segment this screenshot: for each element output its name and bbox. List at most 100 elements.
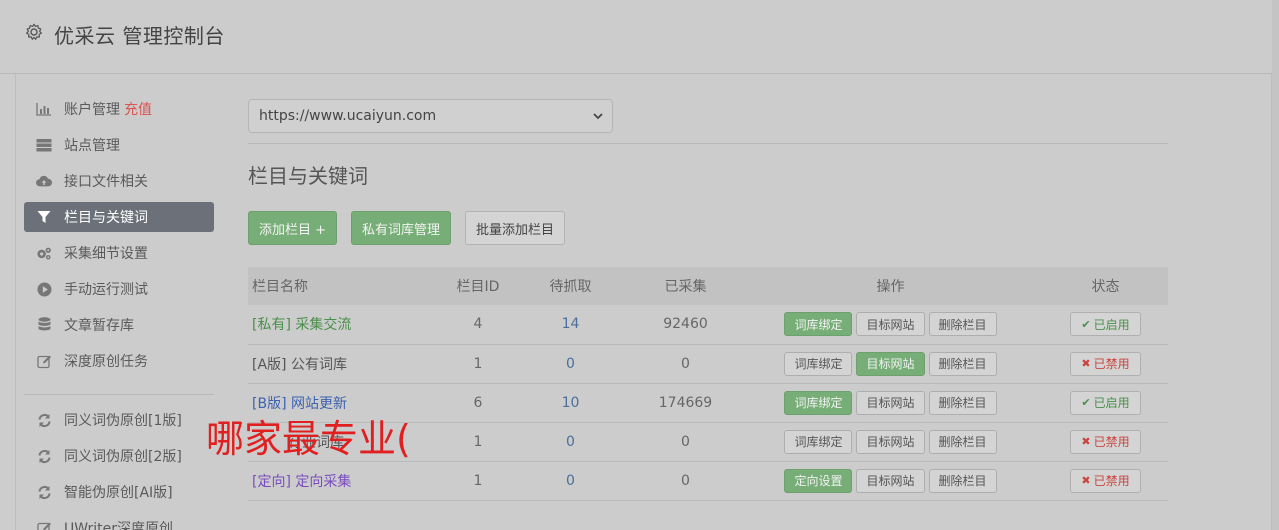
site-select-value: https://www.ucaiyun.com bbox=[259, 108, 437, 124]
sidebar-item-synonym-v2[interactable]: 同义词伪原创[2版] bbox=[24, 441, 214, 471]
column-id: 4 bbox=[473, 316, 483, 333]
cogs-icon bbox=[36, 245, 52, 261]
bind-lib-button[interactable]: 词库绑定 bbox=[784, 390, 853, 415]
sidebar-item-label: 手动运行测试 bbox=[64, 282, 148, 298]
target-site-button[interactable]: 目标网站 bbox=[856, 468, 925, 493]
x-icon: ✖ bbox=[1081, 474, 1091, 487]
collected-count: 174669 bbox=[658, 394, 713, 411]
server-icon bbox=[36, 137, 52, 153]
chevron-down-icon bbox=[593, 113, 603, 120]
overlay-red-text: 哪家最专业( bbox=[206, 417, 411, 461]
table-row: [A版] 公有词库 1 0 0 词库绑定 目标网站 删除栏目 ✖ 已禁用 bbox=[248, 344, 1168, 383]
collected-count: 92460 bbox=[663, 316, 708, 333]
status-label: 已启用 bbox=[1093, 396, 1130, 410]
delete-column-button[interactable]: 删除栏目 bbox=[928, 351, 997, 376]
column-name-cell[interactable]: [定向] 定向采集 bbox=[248, 461, 448, 500]
table-row: [定向] 定向采集 1 0 0 定向设置 目标网站 删除栏目 ✖ 已禁用 bbox=[248, 461, 1168, 500]
action-buttons: 添加栏目 + 私有词库管理 批量添加栏目 bbox=[248, 211, 1168, 245]
sidebar-item-label: 账户管理 bbox=[64, 102, 120, 118]
pending-count[interactable]: 10 bbox=[508, 383, 633, 422]
add-column-button[interactable]: 添加栏目 + bbox=[248, 211, 338, 245]
sidebar-item-article-store[interactable]: 文章暂存库 bbox=[24, 310, 214, 340]
bind-lib-button[interactable]: 词库绑定 bbox=[784, 312, 853, 337]
sidebar-item-account[interactable]: 账户管理 充值 bbox=[24, 94, 214, 124]
pending-count[interactable]: 0 bbox=[508, 422, 633, 461]
sidebar-item-label: 栏目与关键词 bbox=[64, 210, 148, 226]
database-icon bbox=[36, 317, 52, 333]
pending-count[interactable]: 14 bbox=[508, 305, 633, 344]
sidebar-item-collect-settings[interactable]: 采集细节设置 bbox=[24, 238, 214, 268]
column-id: 1 bbox=[473, 472, 483, 489]
filter-icon bbox=[36, 209, 52, 225]
delete-column-button[interactable]: 删除栏目 bbox=[928, 390, 997, 415]
collected-count: 0 bbox=[681, 433, 690, 450]
sidebar-item-deep-original[interactable]: 深度原创任务 bbox=[24, 346, 214, 376]
column-name: 定向采集 bbox=[295, 473, 352, 490]
status-badge[interactable]: ✔ 已启用 bbox=[1070, 390, 1141, 415]
sidebar-item-sites[interactable]: 站点管理 bbox=[24, 130, 214, 160]
target-site-button[interactable]: 目标网站 bbox=[856, 429, 925, 454]
col-header-id: 栏目ID bbox=[456, 279, 500, 295]
sidebar-item-interface[interactable]: 接口文件相关 bbox=[24, 166, 214, 196]
sidebar-divider bbox=[24, 394, 214, 395]
sidebar-item-label: UWriter深度原创 bbox=[64, 521, 173, 530]
target-site-button[interactable]: 目标网站 bbox=[856, 312, 925, 337]
refresh-icon bbox=[36, 412, 52, 428]
columns-table: 栏目名称 栏目ID 待抓取 已采集 操作 状态 [私有] 采集交流 4 14 9… bbox=[248, 267, 1168, 501]
sidebar-item-label: 深度原创任务 bbox=[64, 354, 148, 370]
sidebar-item-smart-ai[interactable]: 智能伪原创[AI版] bbox=[24, 477, 214, 507]
sidebar-item-uwriter[interactable]: UWriter深度原创 bbox=[24, 513, 214, 530]
bind-lib-button[interactable]: 词库绑定 bbox=[784, 351, 853, 376]
status-badge[interactable]: ✖ 已禁用 bbox=[1070, 468, 1141, 493]
status-label: 已禁用 bbox=[1093, 474, 1130, 488]
sidebar-item-columns[interactable]: 栏目与关键词 bbox=[24, 202, 214, 232]
bind-lib-button[interactable]: 词库绑定 bbox=[784, 429, 853, 454]
private-lib-button[interactable]: 私有词库管理 bbox=[351, 211, 452, 245]
scrollbar[interactable] bbox=[1272, 0, 1279, 530]
col-header-ops: 操作 bbox=[876, 279, 905, 295]
sidebar-item-label: 接口文件相关 bbox=[64, 174, 148, 190]
col-header-status: 状态 bbox=[1091, 279, 1120, 295]
table-row: [私有] 采集交流 4 14 92460 词库绑定 目标网站 删除栏目 ✔ 已启用 bbox=[248, 305, 1168, 344]
pending-count[interactable]: 0 bbox=[508, 344, 633, 383]
cloud-upload-icon bbox=[36, 173, 52, 189]
column-name-cell[interactable]: [A版] 公有词库 bbox=[248, 344, 448, 383]
sidebar-item-synonym-v1[interactable]: 同义词伪原创[1版] bbox=[24, 405, 214, 435]
sidebar: 账户管理 充值 站点管理 接口文件相关 栏目与关键词 采集细节设置 手动运行测试 bbox=[24, 94, 214, 530]
column-name: 公有词库 bbox=[290, 356, 347, 373]
check-icon: ✔ bbox=[1081, 317, 1091, 331]
sidebar-item-manual-run[interactable]: 手动运行测试 bbox=[24, 274, 214, 304]
batch-add-button[interactable]: 批量添加栏目 bbox=[465, 211, 566, 245]
edit-icon bbox=[36, 353, 52, 369]
column-id: 6 bbox=[473, 394, 483, 411]
x-icon: ✖ bbox=[1081, 435, 1091, 448]
target-site-button[interactable]: 目标网站 bbox=[856, 390, 925, 415]
col-header-name: 栏目名称 bbox=[252, 279, 308, 295]
section-title: 栏目与关键词 bbox=[248, 164, 368, 188]
refresh-icon bbox=[36, 484, 52, 500]
sidebar-item-label: 采集细节设置 bbox=[64, 246, 148, 262]
sidebar-item-label: 文章暂存库 bbox=[64, 318, 134, 334]
sidebar-item-label: 同义词伪原创[1版] bbox=[64, 413, 182, 429]
column-tag: [A版] bbox=[252, 356, 287, 373]
delete-column-button[interactable]: 删除栏目 bbox=[928, 312, 997, 337]
divider bbox=[248, 143, 1168, 144]
x-icon: ✖ bbox=[1081, 357, 1091, 370]
site-select[interactable]: https://www.ucaiyun.com bbox=[248, 99, 613, 133]
status-badge[interactable]: ✖ 已禁用 bbox=[1070, 351, 1141, 376]
status-badge[interactable]: ✖ 已禁用 bbox=[1070, 429, 1141, 454]
status-label: 已禁用 bbox=[1093, 357, 1130, 371]
status-label: 已禁用 bbox=[1093, 435, 1130, 449]
directed-settings-button[interactable]: 定向设置 bbox=[784, 468, 853, 493]
header-bar: 优采云 管理控制台 bbox=[0, 0, 1279, 74]
column-name: 采集交流 bbox=[295, 317, 352, 334]
sidebar-item-label: 同义词伪原创[2版] bbox=[64, 449, 182, 465]
recharge-link[interactable]: 充值 bbox=[124, 99, 152, 119]
status-badge[interactable]: ✔ 已启用 bbox=[1070, 312, 1141, 337]
table-header-row: 栏目名称 栏目ID 待抓取 已采集 操作 状态 bbox=[248, 267, 1168, 305]
pending-count[interactable]: 0 bbox=[508, 461, 633, 500]
delete-column-button[interactable]: 删除栏目 bbox=[928, 429, 997, 454]
target-site-button[interactable]: 目标网站 bbox=[856, 351, 925, 376]
delete-column-button[interactable]: 删除栏目 bbox=[928, 468, 997, 493]
column-name-cell[interactable]: [私有] 采集交流 bbox=[248, 305, 448, 344]
